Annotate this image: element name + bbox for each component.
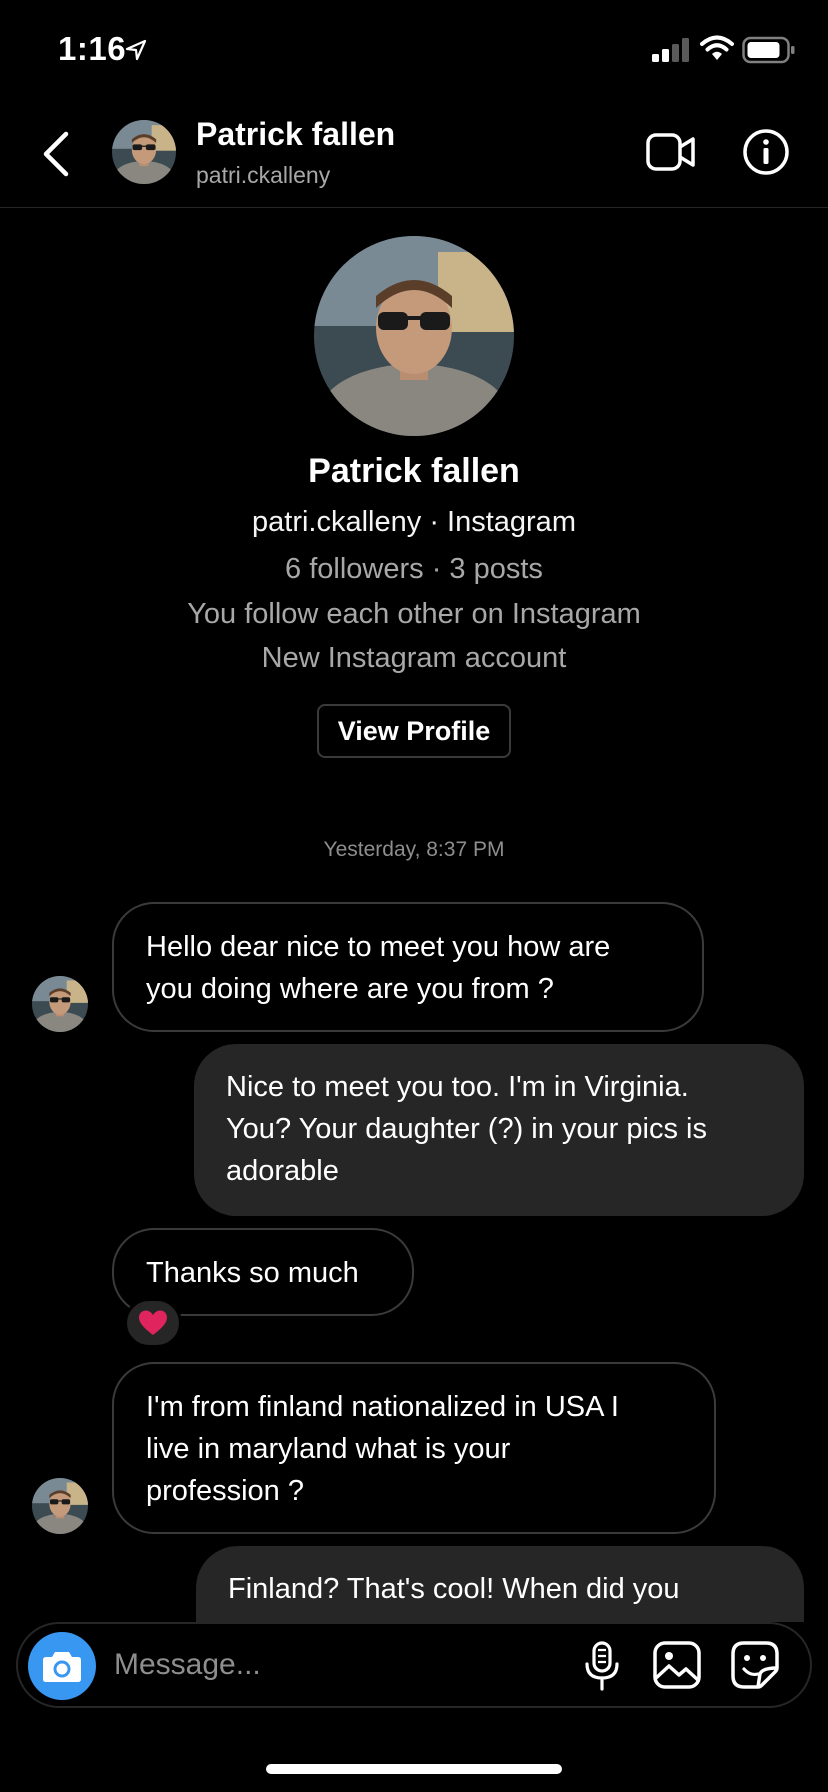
new-account-label: New Instagram account bbox=[261, 642, 567, 674]
chevron-left-icon[interactable] bbox=[36, 128, 76, 180]
wifi-icon bbox=[700, 35, 734, 60]
message-bubble-incoming[interactable]: I'm from finland nationalized in USA I l… bbox=[112, 1362, 716, 1534]
message-line: I'm from finland nationalized in USA I bbox=[146, 1391, 619, 1423]
video-camera-icon[interactable] bbox=[646, 132, 696, 172]
chat-header: Patrick fallen patri.ckalleny bbox=[0, 100, 828, 208]
header-avatar[interactable] bbox=[112, 120, 176, 184]
status-time: 1:16 bbox=[58, 30, 127, 67]
message-line: profession ? bbox=[146, 1475, 304, 1507]
image-icon[interactable] bbox=[652, 1640, 702, 1690]
message-line: Nice to meet you too. I'm in Virginia. bbox=[226, 1071, 689, 1103]
location-arrow-icon bbox=[125, 39, 147, 61]
home-indicator[interactable] bbox=[266, 1764, 562, 1774]
message-line: Thanks so much bbox=[146, 1257, 359, 1289]
sender-avatar[interactable] bbox=[32, 976, 88, 1032]
sender-avatar[interactable] bbox=[32, 1478, 88, 1534]
message-line: live in maryland what is your bbox=[146, 1433, 511, 1465]
message-line: You? Your daughter (?) in your pics is bbox=[226, 1113, 707, 1145]
camera-button[interactable] bbox=[28, 1632, 96, 1700]
message-bubble-outgoing[interactable]: Finland? That's cool! When did you bbox=[196, 1546, 804, 1622]
view-profile-button[interactable]: View Profile bbox=[317, 704, 511, 758]
info-icon[interactable] bbox=[742, 128, 790, 176]
profile-name: Patrick fallen bbox=[308, 452, 520, 490]
message-bubble-incoming[interactable]: Hello dear nice to meet you how are you … bbox=[112, 902, 704, 1032]
profile-handle: patri.ckalleny · Instagram bbox=[252, 506, 576, 538]
message-bubble-outgoing[interactable]: Nice to meet you too. I'm in Virginia. Y… bbox=[194, 1044, 804, 1216]
header-name[interactable]: Patrick fallen bbox=[196, 116, 395, 153]
battery-icon bbox=[742, 36, 795, 64]
heart-icon bbox=[139, 1310, 167, 1335]
profile-avatar[interactable] bbox=[314, 236, 514, 436]
message-input[interactable] bbox=[114, 1642, 474, 1688]
message-timestamp: Yesterday, 8:37 PM bbox=[323, 838, 505, 861]
camera-icon bbox=[43, 1652, 81, 1682]
message-line: Hello dear nice to meet you how are bbox=[146, 931, 611, 963]
status-bar: 1:16 bbox=[0, 0, 828, 100]
follow-status: You follow each other on Instagram bbox=[187, 598, 641, 630]
header-username[interactable]: patri.ckalleny bbox=[196, 162, 330, 189]
microphone-icon[interactable] bbox=[582, 1640, 622, 1692]
sticker-icon[interactable] bbox=[730, 1640, 780, 1690]
message-reaction[interactable] bbox=[124, 1298, 182, 1348]
message-line: you doing where are you from ? bbox=[146, 973, 554, 1005]
profile-stats: 6 followers · 3 posts bbox=[285, 553, 543, 585]
message-line: Finland? That's cool! When did you bbox=[228, 1573, 680, 1605]
cellular-signal-icon bbox=[652, 38, 689, 62]
message-composer bbox=[16, 1622, 812, 1708]
message-line: adorable bbox=[226, 1155, 339, 1187]
